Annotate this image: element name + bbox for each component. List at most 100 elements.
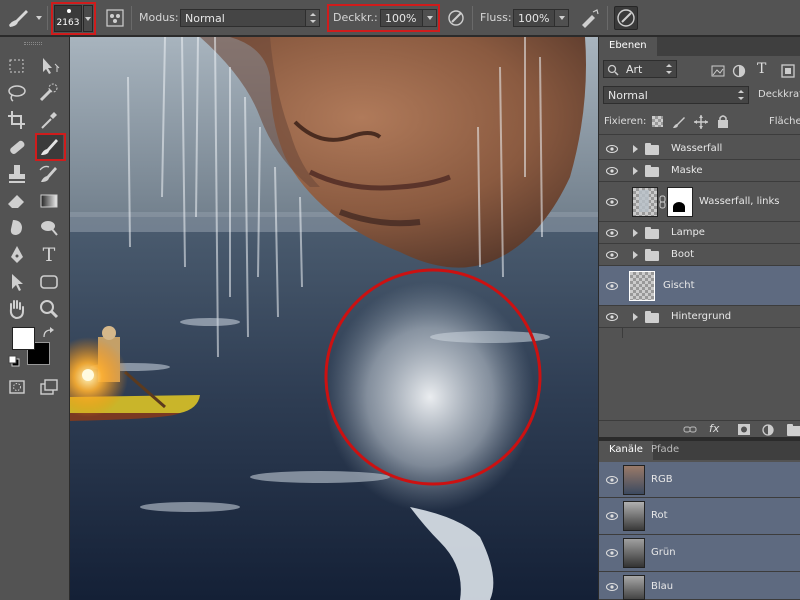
flow-dropdown-button[interactable] <box>554 10 568 26</box>
type-tool[interactable]: T <box>36 243 62 267</box>
layer-row-wasserfall-links[interactable]: Wasserfall, links <box>599 182 800 222</box>
type-filter-icon[interactable]: T <box>757 61 766 77</box>
layers-panel-tabs: Ebenen <box>599 37 800 56</box>
brush-tool[interactable] <box>37 135 63 159</box>
shape-tool[interactable] <box>36 270 62 294</box>
eyedropper-tool[interactable] <box>36 108 62 132</box>
new-group-icon[interactable] <box>787 424 800 436</box>
lock-position-icon[interactable] <box>694 115 708 129</box>
opacity-dropdown-button[interactable] <box>422 10 436 26</box>
marquee-tool[interactable] <box>4 54 30 78</box>
mode-select[interactable]: Normal <box>180 9 320 27</box>
visibility-eye-icon[interactable] <box>606 583 618 591</box>
layer-row-maske[interactable]: Maske <box>599 160 800 182</box>
brush-size-dropdown-button[interactable] <box>83 5 93 32</box>
flow-label: Fluss: <box>480 11 512 24</box>
history-brush-tool[interactable] <box>36 162 62 186</box>
document-canvas[interactable] <box>70 37 598 600</box>
new-adjustment-icon[interactable] <box>762 424 774 436</box>
layer-name: Lampe <box>671 227 705 238</box>
group-expand-arrow-icon[interactable] <box>633 313 638 321</box>
gradient-tool[interactable] <box>36 189 62 213</box>
channel-thumbnail <box>623 465 645 495</box>
screen-mode-toggle[interactable] <box>36 375 62 399</box>
brush-panel-toggle[interactable] <box>104 7 126 29</box>
brush-size-value: 2163 <box>56 18 80 28</box>
group-expand-arrow-icon[interactable] <box>633 145 638 153</box>
visibility-eye-icon[interactable] <box>606 145 618 153</box>
airbrush-toggle[interactable] <box>578 7 600 29</box>
zoom-tool[interactable] <box>36 297 62 321</box>
layer-thumbnail[interactable] <box>632 187 658 217</box>
healing-brush-tool[interactable] <box>4 135 30 159</box>
layer-filter-select[interactable]: Art <box>603 60 677 78</box>
lock-pixels-icon[interactable] <box>672 115 686 129</box>
layer-thumbnail[interactable] <box>629 271 655 301</box>
visibility-eye-icon[interactable] <box>606 476 618 484</box>
adjustment-filter-icon[interactable] <box>732 64 746 78</box>
visibility-eye-icon[interactable] <box>606 251 618 259</box>
eraser-tool[interactable] <box>4 189 30 213</box>
dodge-tool[interactable] <box>36 216 62 240</box>
layer-row-lampe[interactable]: Lampe <box>599 222 800 244</box>
visibility-eye-icon[interactable] <box>606 549 618 557</box>
layer-mask-thumbnail[interactable] <box>667 187 693 217</box>
channel-row-green[interactable]: Grün <box>599 535 800 572</box>
tab-paths[interactable]: Pfade <box>641 441 689 460</box>
crop-tool[interactable] <box>4 108 30 132</box>
tool-preset-picker[interactable] <box>6 7 42 29</box>
toolbox-grip[interactable] <box>24 42 42 45</box>
image-filter-icon[interactable] <box>711 65 725 77</box>
move-tool[interactable] <box>36 54 62 78</box>
layer-row-boot[interactable]: Boot <box>599 244 800 266</box>
layer-name: Hintergrund <box>671 311 732 322</box>
flow-input[interactable]: 100% <box>513 9 569 27</box>
add-mask-icon[interactable] <box>738 424 750 436</box>
visibility-eye-icon[interactable] <box>606 282 618 290</box>
pressure-size-toggle[interactable] <box>614 6 638 30</box>
visibility-eye-icon[interactable] <box>606 512 618 520</box>
clone-stamp-tool[interactable] <box>4 162 30 186</box>
channel-row-blue[interactable]: Blau <box>599 572 800 600</box>
blend-mode-select[interactable]: Normal <box>603 86 749 104</box>
link-layers-icon[interactable] <box>683 425 697 435</box>
lock-transparency-icon[interactable] <box>652 116 663 127</box>
brush-tip-dot <box>67 9 71 13</box>
quick-select-tool[interactable] <box>36 81 62 105</box>
layer-row-gischt[interactable]: Gischt <box>599 266 800 306</box>
shape-filter-icon[interactable] <box>781 64 795 78</box>
channel-name: Grün <box>651 547 676 558</box>
blur-tool[interactable] <box>4 216 30 240</box>
pen-tool[interactable] <box>4 243 30 267</box>
swap-colors-icon[interactable] <box>41 326 55 340</box>
brush-preset-picker[interactable]: 2163 <box>54 5 82 32</box>
quick-mask-toggle[interactable] <box>4 375 30 399</box>
link-chain-icon[interactable] <box>659 195 667 209</box>
up-down-arrows-icon <box>666 64 672 74</box>
lasso-tool[interactable] <box>4 81 30 105</box>
group-expand-arrow-icon[interactable] <box>633 167 638 175</box>
path-select-tool[interactable] <box>4 270 30 294</box>
group-expand-arrow-icon[interactable] <box>633 229 638 237</box>
crop-icon <box>8 111 25 129</box>
layers-footer: fx <box>599 420 800 437</box>
fx-button[interactable]: fx <box>709 422 719 435</box>
visibility-eye-icon[interactable] <box>606 167 618 175</box>
visibility-eye-icon[interactable] <box>606 229 618 237</box>
opacity-value: 100% <box>385 12 417 25</box>
opacity-input[interactable]: 100% <box>380 9 437 27</box>
visibility-eye-icon[interactable] <box>606 313 618 321</box>
layer-row-wasserfall[interactable]: Wasserfall <box>599 138 800 160</box>
tab-layers[interactable]: Ebenen <box>599 37 657 56</box>
channel-row-red[interactable]: Rot <box>599 498 800 535</box>
foreground-color-swatch[interactable] <box>12 327 35 350</box>
layer-row-hintergrund[interactable]: Hintergrund <box>599 306 800 328</box>
channel-row-rgb[interactable]: RGB <box>599 462 800 498</box>
group-expand-arrow-icon[interactable] <box>633 251 638 259</box>
default-colors-icon[interactable] <box>8 355 20 367</box>
visibility-eye-icon[interactable] <box>606 198 618 206</box>
channel-thumbnail <box>623 538 645 568</box>
lock-all-icon[interactable] <box>717 114 729 128</box>
pressure-opacity-toggle[interactable] <box>445 7 467 29</box>
hand-tool[interactable] <box>4 297 30 321</box>
